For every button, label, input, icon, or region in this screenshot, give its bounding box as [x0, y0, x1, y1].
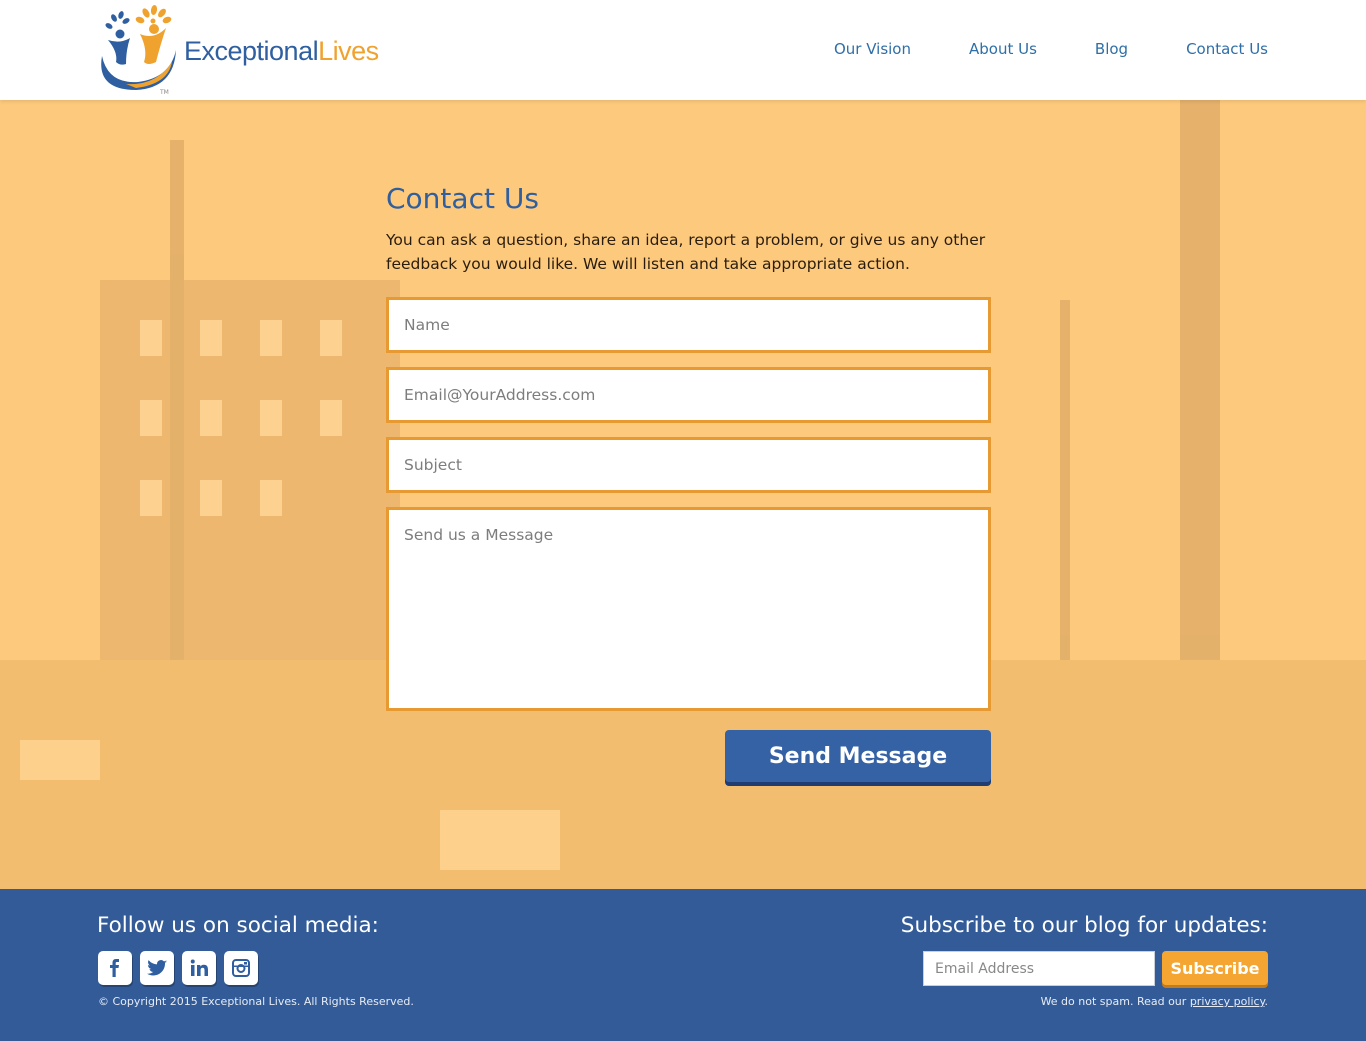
brand-name: ExceptionalLives [184, 36, 379, 67]
subject-input[interactable] [389, 440, 988, 490]
email-input[interactable] [389, 370, 988, 420]
logo-figures-icon: TM [101, 5, 176, 96]
logo[interactable]: TM ExceptionalLives [96, 4, 396, 96]
instagram-icon[interactable] [224, 951, 258, 985]
nav-about-us[interactable]: About Us [969, 40, 1037, 58]
background-campus-image [0, 100, 1366, 889]
twitter-icon[interactable] [140, 951, 174, 985]
email-field-wrapper [386, 367, 991, 423]
linkedin-icon[interactable] [182, 951, 216, 985]
name-input[interactable] [389, 300, 988, 350]
site-footer: Follow us on social media: © Copyright 2… [0, 889, 1366, 1041]
main-nav: Our Vision About Us Blog Contact Us [834, 40, 1268, 58]
site-header: TM ExceptionalLives Our Vision About Us … [0, 0, 1366, 100]
follow-title: Follow us on social media: [97, 913, 379, 938]
spam-end: . [1264, 995, 1269, 1008]
brand-name-part2: Lives [318, 36, 379, 66]
nav-contact-us[interactable]: Contact Us [1186, 40, 1268, 58]
copyright: © Copyright 2015 Exceptional Lives. All … [98, 995, 414, 1008]
subject-field-wrapper [386, 437, 991, 493]
name-field-wrapper [386, 297, 991, 353]
trademark-mark: TM [159, 89, 169, 96]
subscribe-title: Subscribe to our blog for updates: [900, 913, 1268, 938]
send-message-button[interactable]: Send Message [725, 730, 991, 782]
nav-blog[interactable]: Blog [1095, 40, 1128, 58]
contact-description: You can ask a question, share an idea, r… [386, 231, 986, 273]
privacy-policy-link[interactable]: privacy policy [1190, 995, 1265, 1008]
nav-our-vision[interactable]: Our Vision [834, 40, 911, 58]
facebook-icon[interactable] [98, 951, 132, 985]
contact-section: Contact Us You can ask a question, share… [0, 100, 1366, 889]
brand-name-part1: Exceptional [184, 36, 319, 66]
subscribe-button[interactable]: Subscribe [1162, 951, 1268, 985]
message-field-wrapper [386, 507, 991, 711]
page-title: Contact Us [386, 182, 539, 215]
social-links [98, 951, 258, 985]
subscribe-email-input[interactable] [923, 951, 1155, 986]
spam-text: We do not spam. Read our [1040, 995, 1190, 1008]
message-textarea[interactable] [389, 510, 988, 708]
spam-notice: We do not spam. Read our privacy policy. [1041, 995, 1268, 1008]
